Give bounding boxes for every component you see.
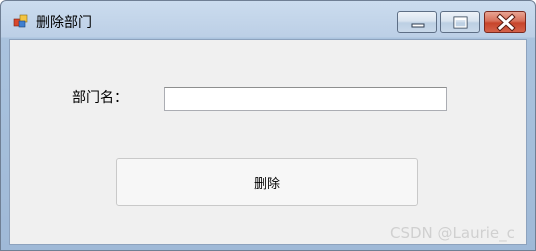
window-title: 删除部门 bbox=[36, 15, 92, 31]
minimize-icon bbox=[411, 23, 425, 28]
close-button[interactable] bbox=[484, 11, 526, 33]
title-bar[interactable]: 删除部门 bbox=[1, 1, 535, 39]
dept-name-input[interactable] bbox=[164, 87, 447, 111]
dialog-window: 删除部门 部门名： 删除 CSDN @Laurie_c bbox=[0, 0, 536, 251]
maximize-button[interactable] bbox=[440, 11, 480, 33]
form-client-area: 部门名： 删除 bbox=[9, 39, 527, 245]
dept-name-label: 部门名： bbox=[72, 90, 128, 106]
minimize-button[interactable] bbox=[397, 11, 437, 33]
watermark: CSDN @Laurie_c bbox=[390, 224, 515, 242]
app-icon bbox=[13, 13, 29, 29]
maximize-icon bbox=[453, 16, 468, 29]
close-icon bbox=[496, 13, 516, 32]
delete-button[interactable]: 删除 bbox=[116, 158, 418, 206]
